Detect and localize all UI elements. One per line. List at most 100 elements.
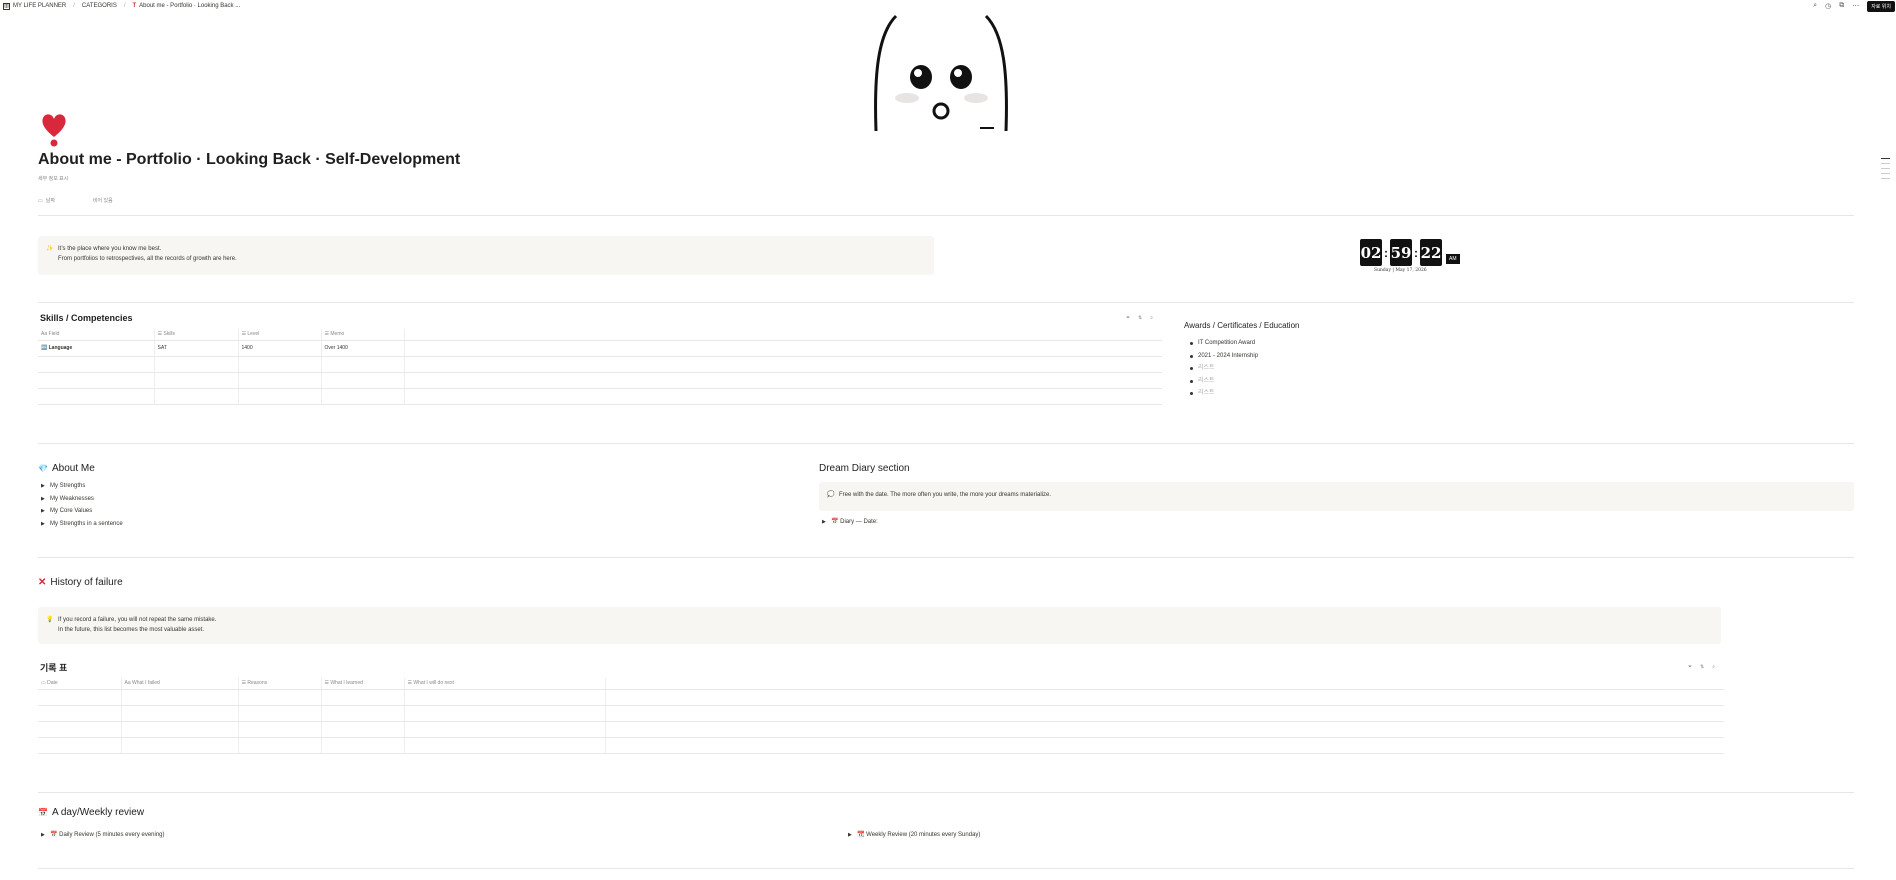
table-cell[interactable]: [238, 356, 322, 373]
table-cell[interactable]: [321, 388, 405, 405]
table-cell[interactable]: [238, 737, 322, 754]
failure-heading[interactable]: ✕ History of failure: [38, 577, 123, 588]
table-cell[interactable]: [238, 372, 322, 389]
table-cell[interactable]: [121, 689, 239, 706]
table-row[interactable]: [38, 689, 1724, 706]
table-row[interactable]: [38, 356, 1162, 373]
table-cell[interactable]: [38, 689, 122, 706]
search-icon[interactable]: ⌕: [1813, 2, 1817, 10]
table-cell[interactable]: [154, 356, 239, 373]
breadcrumb-workspace[interactable]: MY LIFE PLANNER: [13, 3, 66, 9]
share-button[interactable]: 자료 위치: [1867, 0, 1895, 12]
table-cell[interactable]: [238, 689, 322, 706]
table-cell[interactable]: 🔤 Language: [38, 340, 155, 357]
table-cell[interactable]: [121, 737, 239, 754]
table-cell[interactable]: [154, 388, 239, 405]
table-cell[interactable]: [404, 689, 606, 706]
skills-table-tools: ⏷ ⇅ ⌕: [1126, 315, 1153, 321]
record-table-title[interactable]: 기록 표: [40, 661, 67, 674]
review-heading[interactable]: 📅 A day/Weekly review: [38, 807, 144, 818]
toc-indicator[interactable]: [1881, 158, 1890, 179]
table-cell[interactable]: SAT: [154, 340, 239, 357]
table-cell[interactable]: [121, 705, 239, 722]
table-cell[interactable]: [321, 372, 405, 389]
toggle-triangle-icon[interactable]: ▶: [41, 829, 45, 842]
table-row[interactable]: [38, 705, 1724, 722]
table-cell[interactable]: [38, 705, 122, 722]
dream-diary-heading[interactable]: Dream Diary section: [819, 463, 910, 474]
awards-title[interactable]: Awards / Certificates / Education: [1184, 321, 1299, 330]
toggle-my-strengths-sentence[interactable]: ▶ My Strengths in a sentence: [41, 518, 123, 531]
column-header[interactable]: ☰ Memo: [321, 329, 405, 341]
toggle-my-weaknesses[interactable]: ▶ My Weaknesses: [41, 493, 123, 506]
property-date-value[interactable]: 비어 있음: [93, 197, 113, 204]
toggle-weekly-review[interactable]: ▶ 📆 Weekly Review (20 minutes every Sunda…: [848, 829, 980, 842]
table-cell[interactable]: [404, 721, 606, 738]
toggle-diary-date[interactable]: ▶ 📅 Diary — Date:: [822, 516, 878, 529]
toggle-my-core-values[interactable]: ▶ My Core Values: [41, 505, 123, 518]
table-cell[interactable]: [154, 372, 239, 389]
search-icon[interactable]: ⌕: [1712, 664, 1715, 670]
column-header[interactable]: ☰ Skills: [154, 329, 239, 341]
about-me-heading[interactable]: 💎 About Me: [38, 463, 95, 474]
sort-icon[interactable]: ⇅: [1138, 315, 1142, 321]
toggle-triangle-icon[interactable]: ▶: [848, 829, 852, 842]
column-header[interactable]: Aa What I failed: [121, 678, 239, 690]
table-cell[interactable]: [321, 737, 405, 754]
table-cell[interactable]: [238, 721, 322, 738]
table-cell[interactable]: 1400: [238, 340, 322, 357]
skills-table-title[interactable]: Skills / Competencies: [40, 313, 133, 323]
list-item[interactable]: IT Competition Award: [1188, 337, 1258, 350]
table-cell[interactable]: [321, 721, 405, 738]
table-cell[interactable]: [38, 356, 155, 373]
table-cell[interactable]: [404, 705, 606, 722]
column-header[interactable]: Aa Field: [38, 329, 155, 341]
heart-exclamation-icon[interactable]: [40, 111, 68, 147]
list-item[interactable]: 리스트: [1188, 387, 1258, 400]
column-header[interactable]: ☰ Reasons: [238, 678, 322, 690]
toggle-triangle-icon[interactable]: ▶: [822, 516, 826, 529]
toggle-daily-review[interactable]: ▶ 📅 Daily Review (5 minutes every evening…: [41, 829, 165, 842]
page-title[interactable]: About me - Portfolio · Looking Back · Se…: [38, 151, 460, 169]
breadcrumb-current-page[interactable]: About me - Portfolio · Looking Back ...: [139, 3, 240, 9]
table-row[interactable]: [38, 388, 1162, 405]
table-cell[interactable]: [238, 705, 322, 722]
table-cell[interactable]: [238, 388, 322, 405]
table-cell[interactable]: [321, 689, 405, 706]
table-cell[interactable]: [38, 388, 155, 405]
list-item[interactable]: 리스트: [1188, 362, 1258, 375]
table-row[interactable]: [38, 721, 1724, 738]
table-cell[interactable]: [404, 737, 606, 754]
column-header[interactable]: ☰ What I will do next: [404, 678, 606, 690]
table-cell[interactable]: [38, 737, 122, 754]
toggle-my-strengths[interactable]: ▶ My Strengths: [41, 480, 123, 493]
column-header[interactable]: ☰ What I learned: [321, 678, 405, 690]
list-item[interactable]: 리스트: [1188, 375, 1258, 388]
duplicate-icon[interactable]: ⧉: [1839, 2, 1844, 10]
toggle-triangle-icon[interactable]: ▶: [41, 480, 45, 493]
list-item[interactable]: 2021 - 2024 Internship: [1188, 350, 1258, 363]
breadcrumb-categories[interactable]: CATEGORIS: [82, 3, 117, 9]
property-date[interactable]: ▭ 날짜: [38, 197, 55, 204]
table-cell[interactable]: Over 1400: [321, 340, 405, 357]
toggle-triangle-icon[interactable]: ▶: [41, 518, 45, 531]
toggle-triangle-icon[interactable]: ▶: [41, 493, 45, 506]
show-details-link[interactable]: 세부 정보 표시: [38, 175, 68, 182]
column-header[interactable]: ☰ Level: [238, 329, 322, 341]
column-header[interactable]: ▭ Date: [38, 678, 122, 690]
toggle-triangle-icon[interactable]: ▶: [41, 505, 45, 518]
table-row[interactable]: [38, 372, 1162, 389]
table-row[interactable]: 🔤 Language SAT 1400 Over 1400: [38, 340, 1162, 357]
table-cell[interactable]: [121, 721, 239, 738]
table-cell[interactable]: [38, 721, 122, 738]
more-icon[interactable]: ⋯: [1852, 2, 1859, 10]
table-cell[interactable]: [321, 356, 405, 373]
filter-icon[interactable]: ⏷: [1126, 315, 1130, 321]
search-icon[interactable]: ⌕: [1150, 315, 1153, 321]
sort-icon[interactable]: ⇅: [1700, 664, 1704, 670]
table-row[interactable]: [38, 737, 1724, 754]
filter-icon[interactable]: ⏷: [1688, 664, 1692, 670]
table-cell[interactable]: [321, 705, 405, 722]
table-cell[interactable]: [38, 372, 155, 389]
updates-icon[interactable]: ◷: [1825, 2, 1831, 10]
